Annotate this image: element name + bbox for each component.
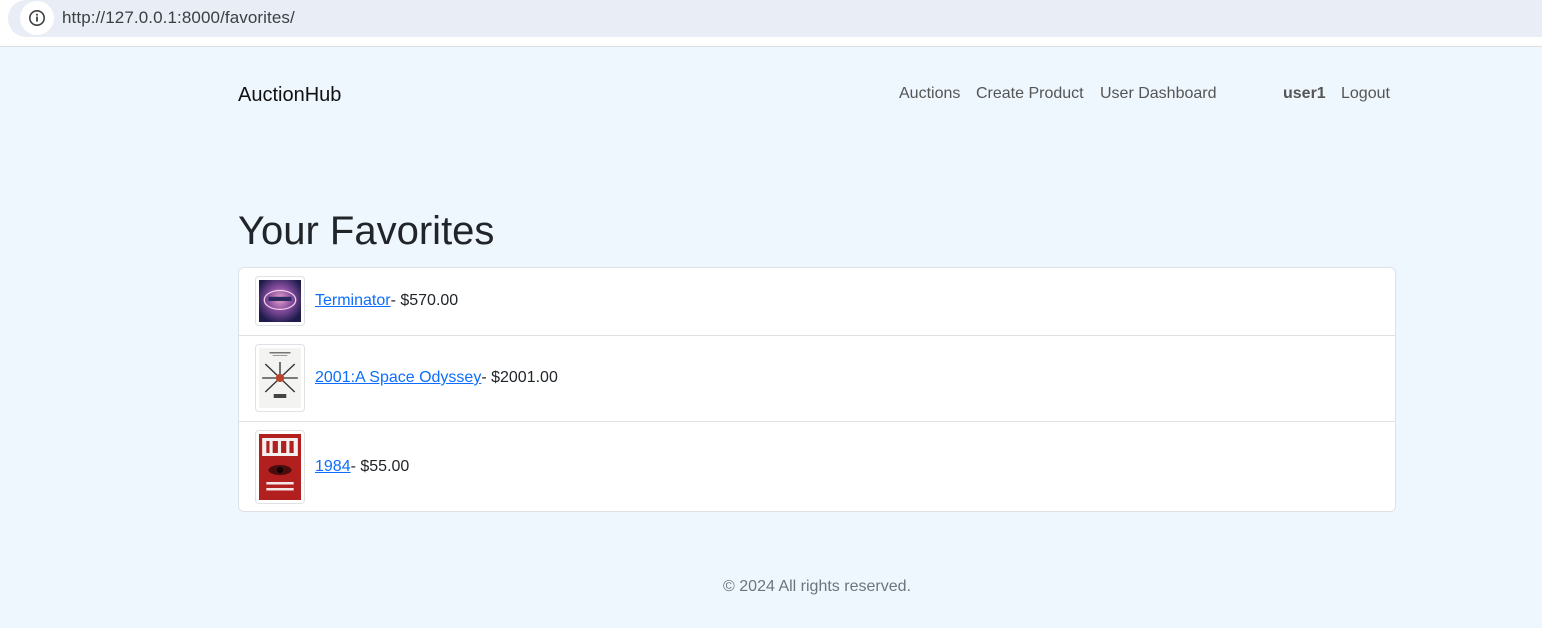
favorite-item-text: 1984- $55.00 [315, 458, 409, 476]
terminator-thumbnail [255, 276, 305, 326]
url-text[interactable]: http://127.0.0.1:8000/favorites/ [62, 8, 295, 28]
footer-copyright: © 2024 All rights reserved. [723, 578, 911, 595]
info-icon[interactable] [20, 1, 54, 35]
page-title: Your Favorites [238, 209, 495, 253]
page: AuctionHub Auctions Create Product User … [0, 47, 1542, 628]
browser-address-bar: http://127.0.0.1:8000/favorites/ [0, 0, 1542, 47]
1984-thumbnail [255, 430, 305, 504]
logout-link[interactable]: Logout [1341, 85, 1390, 103]
favorite-item-text: Terminator- $570.00 [315, 292, 458, 310]
nav-auctions[interactable]: Auctions [899, 85, 960, 103]
favorite-item-text: 2001:A Space Odyssey- $2001.00 [315, 369, 558, 387]
brand-logo[interactable]: AuctionHub [238, 84, 341, 107]
favorite-price: - $570.00 [390, 292, 459, 309]
url-field[interactable]: http://127.0.0.1:8000/favorites/ [8, 0, 1542, 37]
nav-create-product[interactable]: Create Product [976, 85, 1084, 103]
space-odyssey-thumbnail [255, 344, 305, 412]
favorite-link[interactable]: Terminator [315, 292, 391, 309]
username: user1 [1283, 85, 1326, 102]
favorites-list: Terminator- $570.00 2001:A Space Odyssey… [238, 267, 1396, 512]
favorite-link[interactable]: 2001:A Space Odyssey [315, 369, 481, 386]
favorite-link[interactable]: 1984 [315, 458, 351, 475]
list-item: 1984- $55.00 [239, 421, 1395, 511]
list-item: 2001:A Space Odyssey- $2001.00 [239, 335, 1395, 421]
list-item: Terminator- $570.00 [239, 268, 1395, 335]
favorite-price: - $55.00 [350, 458, 410, 475]
nav-user-dashboard[interactable]: User Dashboard [1100, 85, 1217, 103]
favorite-price: - $2001.00 [481, 369, 558, 386]
